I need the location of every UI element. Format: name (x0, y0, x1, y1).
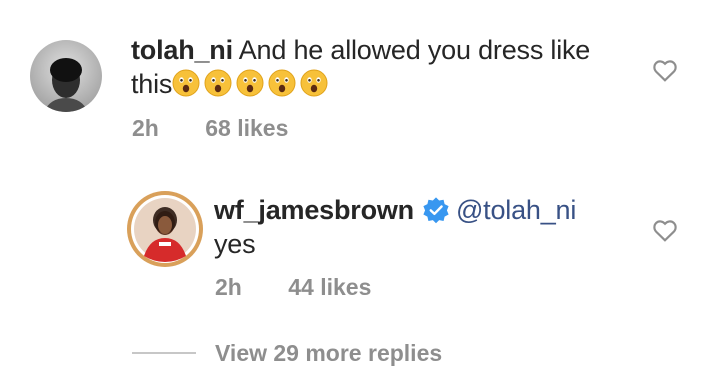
username-tolah-ni[interactable]: tolah_ni (131, 35, 233, 65)
username-wf-jamesbrown[interactable]: wf_jamesbrown (214, 195, 414, 225)
emoji-row (172, 69, 332, 99)
like-heart-icon[interactable] (652, 218, 678, 242)
comment-text-line1: And he allowed you dress like (238, 35, 591, 65)
mention-tolah-ni[interactable]: @tolah_ni (456, 195, 576, 225)
comment-wf-jamesbrown: wf_jamesbrown @tolah_ni yes 2h 44 likes (0, 160, 720, 320)
likes-count[interactable]: 68 likes (205, 115, 288, 142)
astonished-face-icon (172, 69, 200, 97)
comment-meta: 2h 68 likes (132, 115, 288, 142)
avatar-tolah-ni[interactable] (30, 40, 102, 112)
avatar-wf-jamesbrown[interactable] (126, 190, 204, 268)
astonished-face-icon (300, 69, 328, 97)
comment-meta: 2h 44 likes (215, 274, 371, 301)
comment-time: 2h (215, 274, 242, 300)
replies-divider-line (132, 352, 196, 354)
like-heart-icon[interactable] (652, 58, 678, 82)
comment-tolah-ni: tolah_ni And he allowed you dress like t… (0, 0, 720, 160)
comment-text: yes (214, 229, 256, 259)
comment-body: tolah_ni And he allowed you dress like t… (131, 33, 631, 101)
astonished-face-icon (204, 69, 232, 97)
likes-count[interactable]: 44 likes (288, 274, 371, 301)
verified-badge-icon (422, 196, 450, 224)
avatar-photo (127, 191, 203, 267)
view-more-replies-button[interactable]: View 29 more replies (215, 340, 442, 367)
comment-time: 2h (132, 115, 159, 141)
astonished-face-icon (236, 69, 264, 97)
comment-body: wf_jamesbrown @tolah_ni yes (214, 193, 634, 261)
comment-text-line2: this (131, 69, 173, 99)
avatar-photo (30, 40, 102, 112)
astonished-face-icon (268, 69, 296, 97)
